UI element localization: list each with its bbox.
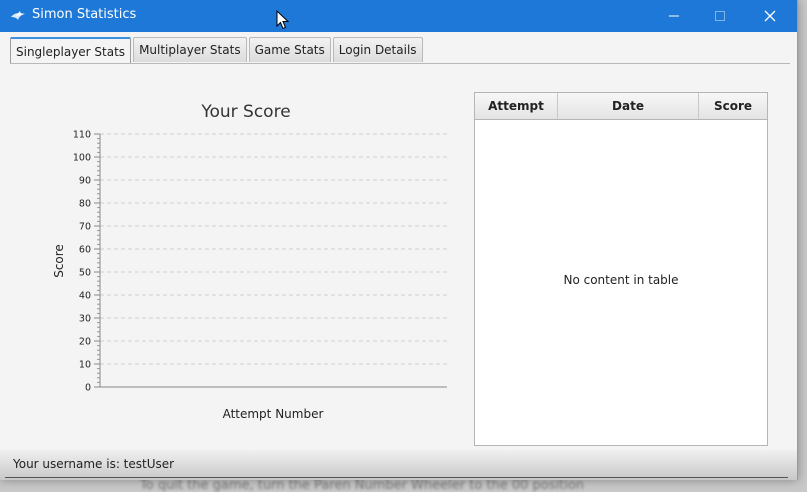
y-tick-label: 40 (79, 291, 91, 302)
y-tick-label: 20 (79, 337, 91, 348)
y-tick-label: 110 (73, 130, 91, 141)
status-divider (5, 477, 788, 478)
y-tick-label: 100 (73, 153, 91, 164)
y-tick-label: 70 (79, 222, 91, 233)
empty-table-message: No content in table (563, 273, 679, 287)
column-header-score[interactable]: Score (699, 93, 767, 119)
background-window-text: To quit the game, turn the Paren Number … (140, 478, 585, 492)
column-header-attempt[interactable]: Attempt (475, 93, 558, 119)
y-tick-label: 60 (79, 245, 91, 256)
status-bar: Your username is: testUser (0, 450, 797, 480)
column-header-date[interactable]: Date (558, 93, 699, 119)
y-tick-label: 90 (79, 176, 91, 187)
y-tick-label: 80 (79, 199, 91, 210)
app-window: Simon Statistics Singleplayer Stats Mult… (0, 0, 798, 480)
table-header: Attempt Date Score (475, 93, 767, 120)
chart-title: Your Score (200, 102, 290, 122)
y-tick-label: 10 (79, 360, 91, 371)
y-tick-label: 0 (85, 383, 91, 394)
attempts-table[interactable]: Attempt Date Score No content in table (474, 92, 768, 446)
y-axis-label: Score (52, 244, 66, 278)
username-status: Your username is: testUser (13, 457, 175, 471)
x-axis-label: Attempt Number (223, 407, 324, 421)
y-tick-label: 30 (79, 314, 91, 325)
y-tick-label: 50 (79, 268, 91, 279)
